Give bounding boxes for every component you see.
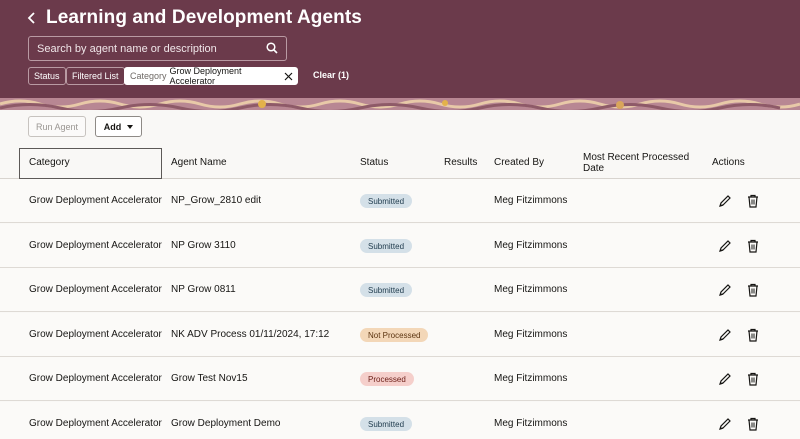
- column-header-results[interactable]: Results: [444, 157, 477, 168]
- cell-created-by: Meg Fitzimmons: [494, 418, 568, 429]
- cell-agent-name[interactable]: NP Grow 3110: [171, 240, 236, 251]
- pencil-icon[interactable]: [718, 417, 732, 431]
- cell-category: Grow Deployment Accelerator: [29, 284, 162, 295]
- trash-icon[interactable]: [746, 194, 760, 208]
- status-badge: Processed: [360, 372, 414, 386]
- column-header-most-recent[interactable]: Most Recent Processed: [583, 152, 689, 163]
- status-badge: Submitted: [360, 194, 413, 208]
- chevron-down-icon: [127, 124, 134, 129]
- decorative-banner: [0, 98, 800, 110]
- status-filter-label: Status: [34, 71, 60, 81]
- pencil-icon[interactable]: [718, 372, 732, 386]
- category-chip-value: Grow Deployment Accelerator: [169, 66, 242, 86]
- pencil-icon[interactable]: [718, 239, 732, 253]
- cell-created-by: Meg Fitzimmons: [494, 284, 568, 295]
- column-header-status[interactable]: Status: [360, 157, 388, 168]
- search-box[interactable]: [28, 36, 287, 61]
- cell-category: Grow Deployment Accelerator: [29, 240, 162, 251]
- pencil-icon[interactable]: [718, 328, 732, 342]
- filtered-list-label: Filtered List: [72, 71, 119, 81]
- column-header-category[interactable]: Category: [29, 157, 70, 168]
- filtered-list-chip[interactable]: Filtered List: [66, 67, 125, 85]
- cell-category: Grow Deployment Accelerator: [29, 418, 162, 429]
- cell-agent-name[interactable]: NP Grow 0811: [171, 284, 236, 295]
- status-badge: Submitted: [360, 417, 413, 431]
- category-filter-chip[interactable]: Category Grow Deployment Accelerator: [124, 66, 298, 86]
- trash-icon[interactable]: [746, 372, 760, 386]
- status-badge: Submitted: [360, 283, 413, 297]
- search-input[interactable]: [29, 37, 259, 60]
- cell-agent-name[interactable]: NK ADV Process 01/11/2024, 17:12: [171, 329, 329, 340]
- status-filter-chip[interactable]: Status: [28, 67, 66, 85]
- category-chip-label: Category: [130, 71, 167, 81]
- run-agent-button[interactable]: Run Agent: [28, 116, 86, 137]
- run-agent-label: Run Agent: [35, 121, 79, 132]
- cell-created-by: Meg Fitzimmons: [494, 240, 568, 251]
- column-header-actions: Actions: [712, 157, 745, 168]
- trash-icon[interactable]: [746, 283, 760, 297]
- close-icon[interactable]: [282, 69, 295, 83]
- cell-agent-name[interactable]: Grow Deployment Demo: [171, 418, 280, 429]
- page-title: Learning and Development Agents: [46, 7, 362, 28]
- column-header-agent-name[interactable]: Agent Name: [171, 157, 227, 168]
- pencil-icon[interactable]: [718, 283, 732, 297]
- cell-created-by: Meg Fitzimmons: [494, 329, 568, 340]
- cell-created-by: Meg Fitzimmons: [494, 195, 568, 206]
- clear-filters-link[interactable]: Clear (1): [313, 70, 349, 80]
- cell-agent-name[interactable]: Grow Test Nov15: [171, 373, 248, 384]
- column-header-created-by[interactable]: Created By: [494, 157, 544, 168]
- trash-icon[interactable]: [746, 239, 760, 253]
- column-header-most-recent-line2: Date: [583, 163, 605, 174]
- back-button[interactable]: [22, 8, 42, 28]
- cell-category: Grow Deployment Accelerator: [29, 195, 162, 206]
- pencil-icon[interactable]: [718, 194, 732, 208]
- cell-agent-name[interactable]: NP_Grow_2810 edit: [171, 195, 261, 206]
- add-button[interactable]: Add: [95, 116, 142, 137]
- trash-icon[interactable]: [746, 328, 760, 342]
- cell-category: Grow Deployment Accelerator: [29, 373, 162, 384]
- trash-icon[interactable]: [746, 417, 760, 431]
- status-badge: Not Processed: [360, 328, 429, 342]
- cell-category: Grow Deployment Accelerator: [29, 329, 162, 340]
- search-icon[interactable]: [266, 42, 278, 54]
- status-badge: Submitted: [360, 239, 413, 253]
- chevron-left-icon: [27, 12, 35, 24]
- cell-created-by: Meg Fitzimmons: [494, 373, 568, 384]
- add-label: Add: [103, 121, 122, 132]
